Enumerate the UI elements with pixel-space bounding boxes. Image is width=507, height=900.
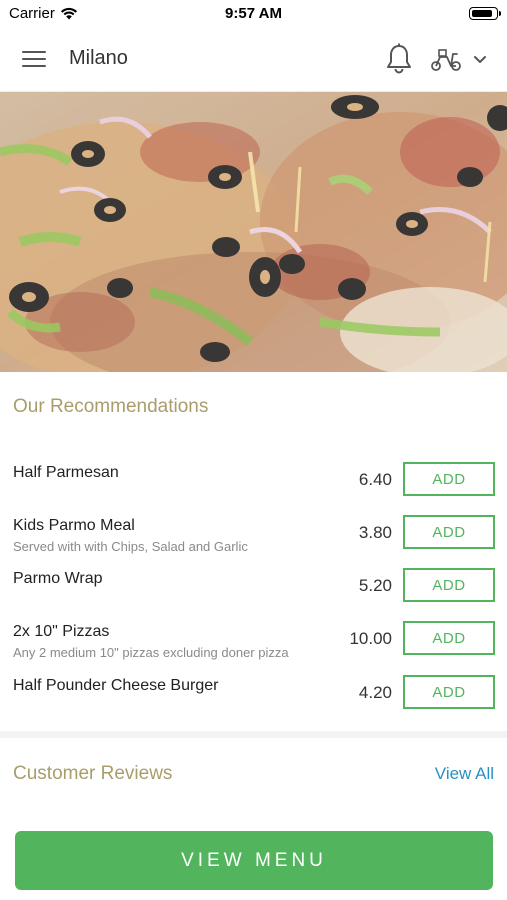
- bell-icon[interactable]: [384, 43, 414, 75]
- view-menu-button[interactable]: VIEW MENU: [15, 831, 493, 890]
- item-name: Parmo Wrap: [13, 570, 103, 587]
- scooter-icon[interactable]: [430, 46, 462, 72]
- add-button[interactable]: ADD: [403, 675, 495, 709]
- item-description: Any 2 medium 10" pizzas excluding doner …: [13, 645, 289, 660]
- list-item: 2x 10" Pizzas Any 2 medium 10" pizzas ex…: [0, 621, 507, 671]
- list-item: Half Parmesan 6.40 ADD: [0, 462, 507, 512]
- item-price: 10.00: [349, 629, 392, 648]
- add-button[interactable]: ADD: [403, 462, 495, 496]
- item-name: Kids Parmo Meal: [13, 517, 135, 534]
- add-button[interactable]: ADD: [403, 621, 495, 655]
- item-price: 6.40: [358, 470, 392, 489]
- status-bar: Carrier 9:57 AM: [0, 0, 507, 28]
- view-all-link[interactable]: View All: [435, 764, 494, 784]
- pizza-photo: [0, 92, 507, 372]
- item-price: 3.80: [358, 523, 392, 542]
- list-item: Half Pounder Cheese Burger 4.20 ADD: [0, 675, 507, 725]
- app-header: Milano: [0, 28, 507, 92]
- list-item: Kids Parmo Meal Served with with Chips, …: [0, 515, 507, 565]
- chevron-down-icon[interactable]: [472, 52, 488, 66]
- item-price: 4.20: [358, 683, 392, 702]
- add-button[interactable]: ADD: [403, 515, 495, 549]
- item-price: 5.20: [358, 576, 392, 595]
- hero-image: [0, 92, 507, 372]
- item-name: Half Parmesan: [13, 464, 119, 481]
- list-item: Parmo Wrap 5.20 ADD: [0, 568, 507, 618]
- recommendations-heading: Our Recommendations: [13, 396, 209, 417]
- reviews-heading: Customer Reviews: [13, 763, 173, 784]
- section-divider: [0, 731, 507, 738]
- restaurant-title: Milano: [69, 47, 128, 69]
- status-time: 9:57 AM: [225, 5, 282, 22]
- add-button[interactable]: ADD: [403, 568, 495, 602]
- battery-icon: [469, 7, 501, 20]
- hamburger-menu-icon[interactable]: [22, 48, 48, 68]
- item-name: Half Pounder Cheese Burger: [13, 677, 219, 694]
- battery-level: [472, 10, 492, 17]
- item-description: Served with with Chips, Salad and Garlic: [13, 539, 248, 554]
- item-name: 2x 10" Pizzas: [13, 623, 110, 640]
